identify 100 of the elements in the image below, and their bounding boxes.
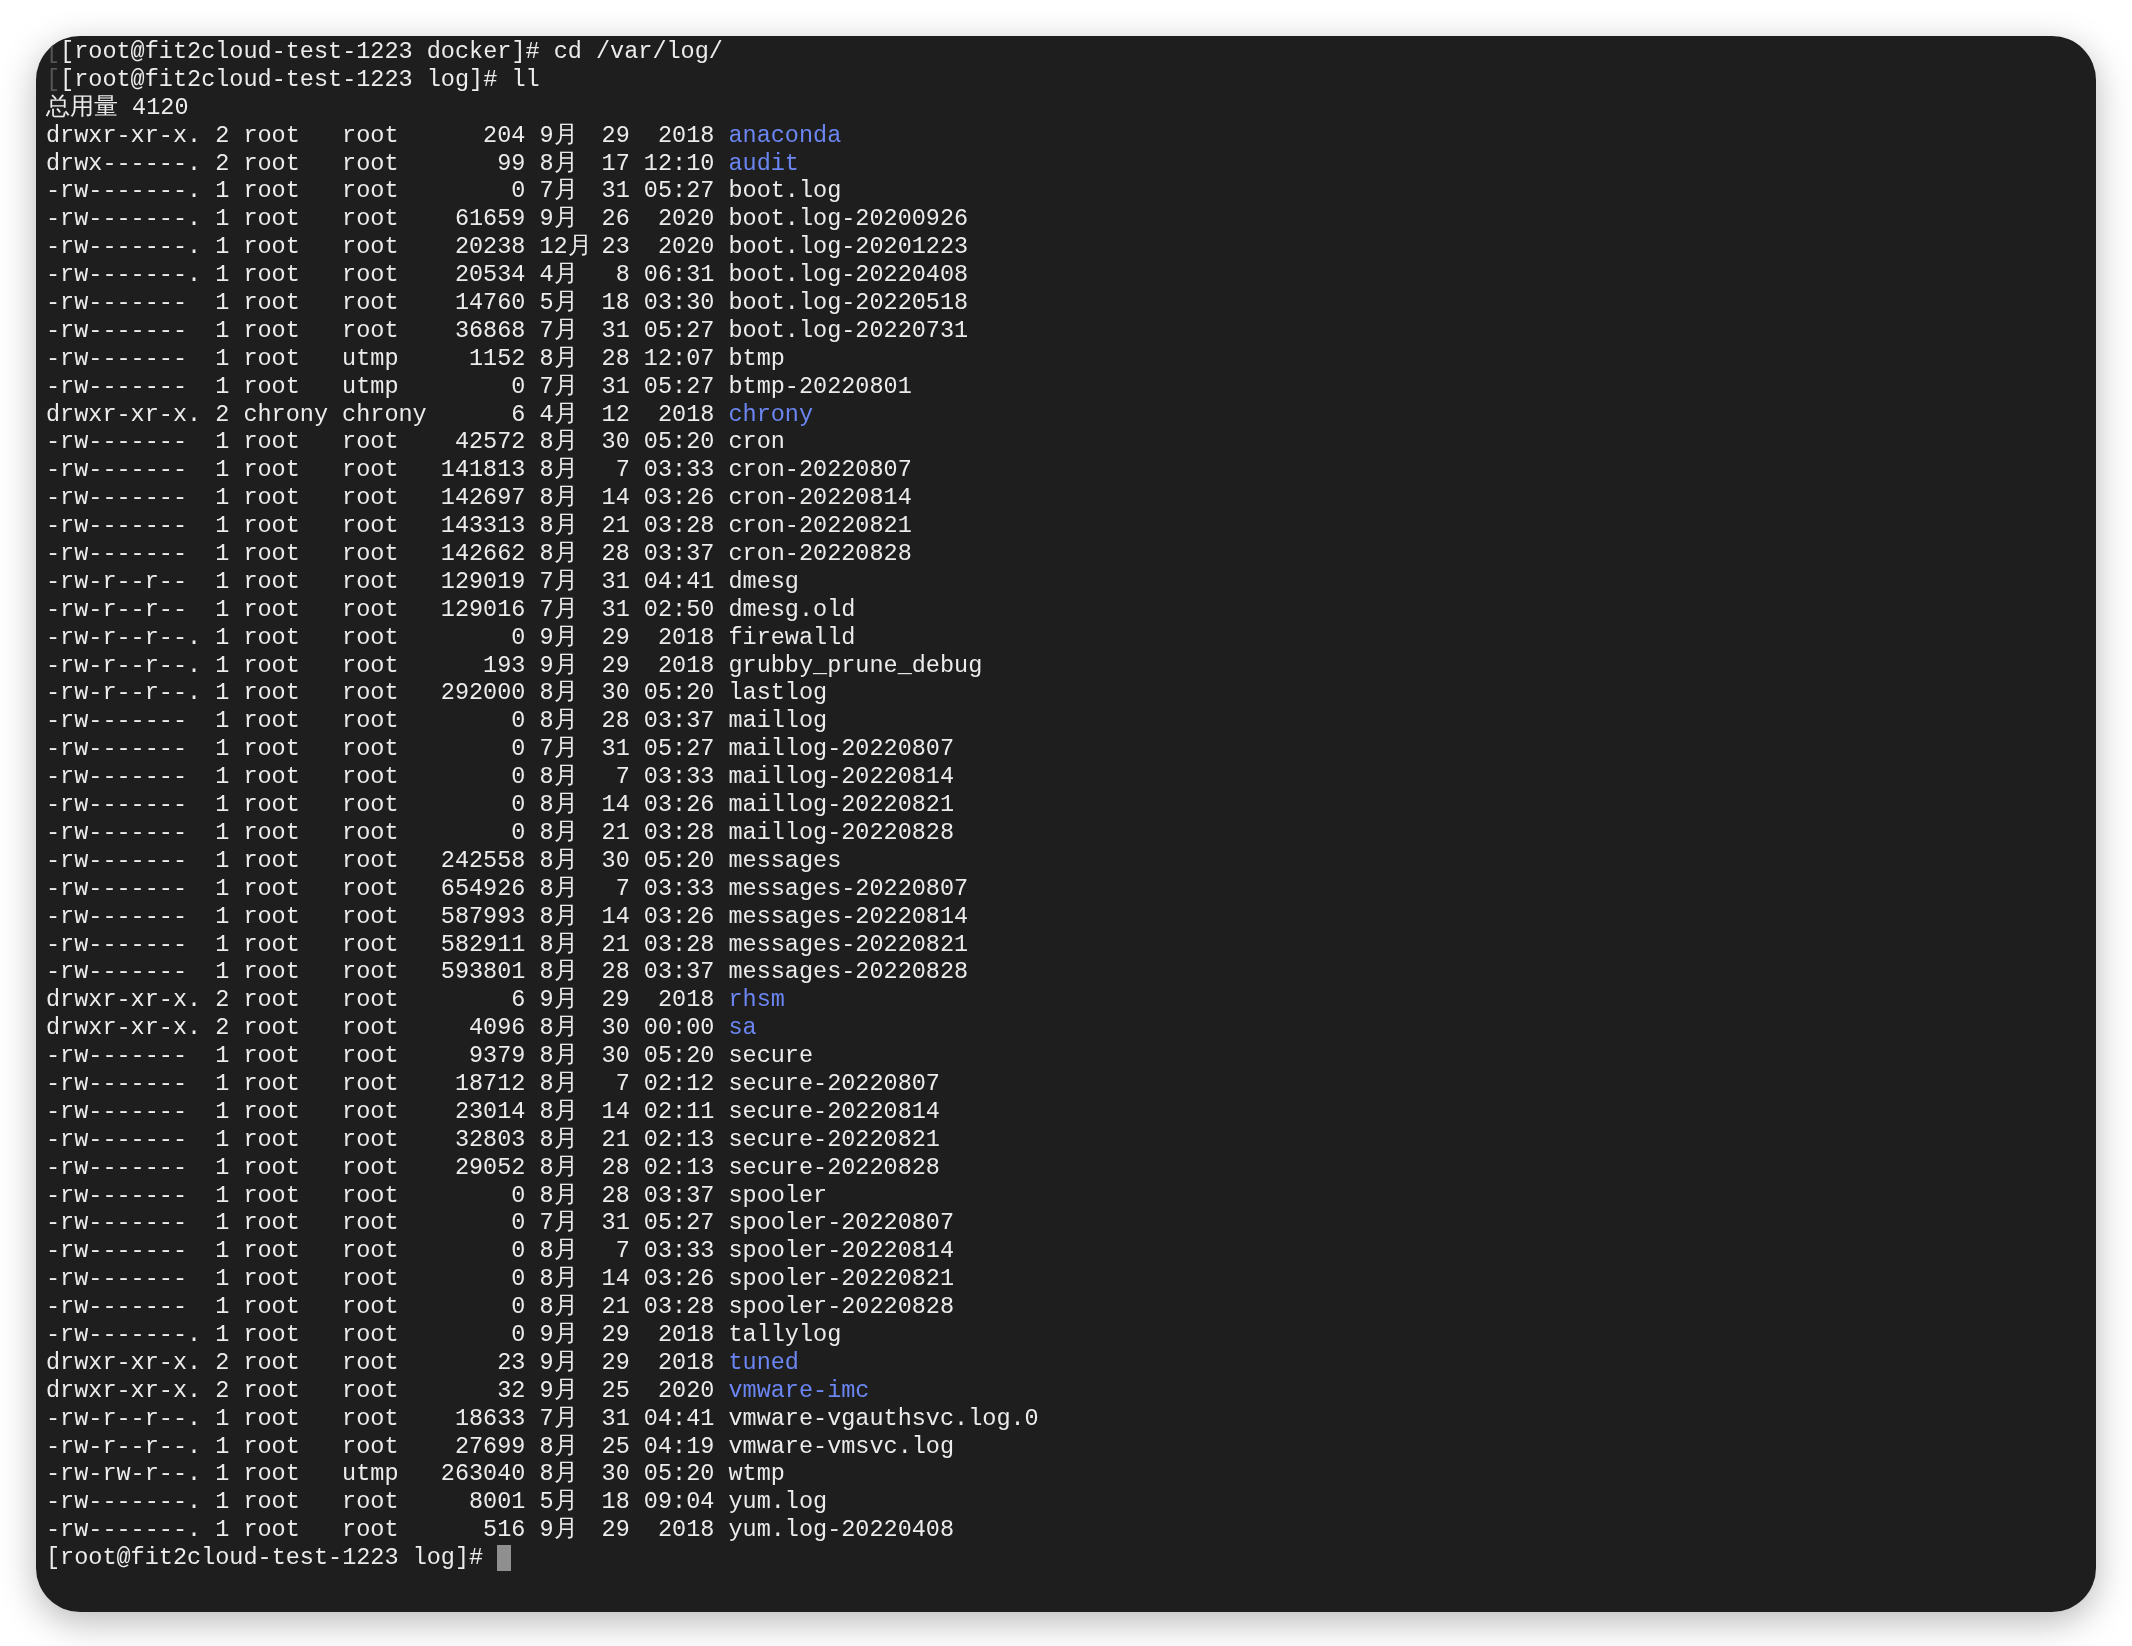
file-name: spooler-20220821 <box>728 1265 956 1294</box>
day: 28 <box>601 540 630 568</box>
permissions: -rw------- <box>46 1293 189 1321</box>
file-name: messages-20220807 <box>728 874 970 903</box>
time-or-year: 2018 <box>656 1320 715 1349</box>
month: 8月 <box>539 874 579 903</box>
time-or-year: 03:33 <box>643 456 715 485</box>
group: root <box>342 818 427 847</box>
file-name: messages-20220814 <box>728 902 970 931</box>
file-size: 204 <box>482 121 526 150</box>
owner: root <box>243 763 301 792</box>
owner: chrony <box>243 400 328 429</box>
file-name: secure-20220807 <box>728 1069 941 1098</box>
owner: root <box>243 1516 301 1545</box>
time-or-year: 05:27 <box>643 316 715 345</box>
link-count: 1 <box>215 1153 230 1182</box>
time-or-year: 02:12 <box>643 1069 715 1098</box>
day: 29 <box>601 1348 630 1377</box>
month: 9月 <box>539 1348 579 1377</box>
permissions: -rw-r--r-- <box>46 595 189 624</box>
directory-name: audit <box>728 149 800 178</box>
group: root <box>342 1348 427 1377</box>
time-or-year: 2018 <box>656 1516 715 1545</box>
owner: root <box>243 344 301 373</box>
file-size: 27699 <box>453 1432 526 1461</box>
permissions: -rw------- <box>46 1237 189 1266</box>
link-count: 1 <box>215 595 230 624</box>
month: 9月 <box>539 1320 579 1349</box>
file-size: 6 <box>510 400 526 429</box>
file-name: messages-20220821 <box>728 930 970 959</box>
group: root <box>342 484 427 513</box>
group: root <box>342 540 427 568</box>
file-size: 1152 <box>468 344 526 373</box>
group: root <box>342 316 427 345</box>
file-size: 292000 <box>440 679 526 708</box>
group: root <box>342 1488 427 1517</box>
faded-bracket: [ <box>46 65 61 94</box>
time-or-year: 2020 <box>656 233 715 262</box>
file-name: dmesg <box>728 567 800 596</box>
directory-name: tuned <box>728 1348 800 1377</box>
month: 7月 <box>539 735 579 764</box>
day: 7 <box>601 874 630 903</box>
file-name: spooler-20220807 <box>728 1209 956 1238</box>
group: root <box>342 595 427 624</box>
file-name: spooler <box>728 1181 829 1210</box>
day: 7 <box>601 1069 630 1098</box>
group: root <box>342 874 427 903</box>
owner: root <box>243 1293 301 1321</box>
day: 28 <box>601 707 630 736</box>
month: 8月 <box>539 1460 579 1489</box>
time-or-year: 06:31 <box>643 261 715 290</box>
file-name: secure-20220814 <box>728 1097 941 1126</box>
link-count: 1 <box>215 1460 230 1489</box>
group: utmp <box>342 1460 427 1489</box>
day: 14 <box>601 1097 630 1126</box>
month: 7月 <box>539 177 579 206</box>
file-size: 587993 <box>440 902 526 931</box>
owner: root <box>243 261 301 290</box>
month: 8月 <box>539 818 579 847</box>
file-name: secure-20220828 <box>728 1153 941 1182</box>
file-name: secure-20220821 <box>728 1125 941 1154</box>
link-count: 1 <box>215 540 230 568</box>
time-or-year: 03:28 <box>643 818 715 847</box>
link-count: 1 <box>215 818 230 847</box>
day: 18 <box>601 1488 630 1517</box>
day: 31 <box>601 567 630 596</box>
permissions: -rw-r--r-- <box>46 567 189 596</box>
file-name: vmware-vgauthsvc.log.0 <box>728 1404 1040 1433</box>
day: 31 <box>601 316 630 345</box>
day: 29 <box>601 651 630 680</box>
group: root <box>342 846 427 875</box>
permissions: drwxr-xr-x. <box>46 986 202 1015</box>
prompt-line: [root@fit2cloud-test-1223 log]# <box>46 1544 484 1572</box>
owner: root <box>243 874 301 903</box>
directory-name: chrony <box>728 400 815 429</box>
time-or-year: 03:37 <box>643 958 715 987</box>
file-size: 0 <box>510 791 526 819</box>
owner: root <box>243 1320 301 1349</box>
group: root <box>342 205 427 234</box>
day: 14 <box>601 484 630 513</box>
group: root <box>342 707 427 736</box>
permissions: -rw-------. <box>46 1516 202 1545</box>
owner: root <box>243 512 301 541</box>
group: root <box>342 456 427 485</box>
permissions: -rw-r--r--. <box>46 623 202 652</box>
file-size: 61659 <box>453 205 526 234</box>
day: 23 <box>601 233 630 262</box>
file-name: boot.log-20220408 <box>728 261 970 290</box>
file-name: spooler-20220814 <box>728 1237 956 1266</box>
month: 8月 <box>539 707 579 736</box>
file-name: messages <box>728 846 843 875</box>
file-name: maillog <box>728 707 829 736</box>
owner: root <box>243 818 301 847</box>
link-count: 1 <box>215 651 230 680</box>
file-size: 9379 <box>468 1042 526 1070</box>
file-size: 0 <box>510 735 526 764</box>
file-name: cron-20220828 <box>728 540 913 568</box>
file-size: 0 <box>510 1209 526 1238</box>
file-name: vmware-vmsvc.log <box>728 1432 956 1461</box>
month: 7月 <box>539 1209 579 1238</box>
